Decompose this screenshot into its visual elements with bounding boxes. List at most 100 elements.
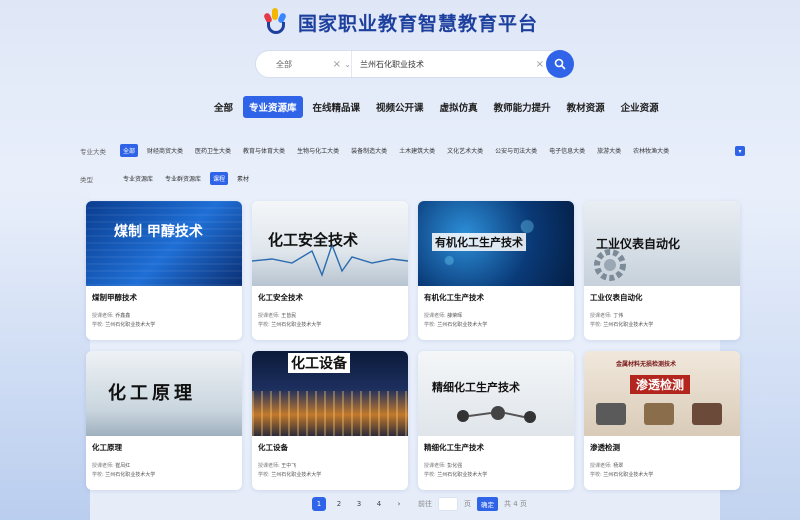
category-chip[interactable]: 农林牧渔大类 — [630, 144, 672, 157]
course-card[interactable]: 煤制 甲醇技术 煤制甲醇技术 授课老师: 乔鑫鑫 学校: 兰州石化职业技术大学 — [86, 201, 242, 340]
search-bar: 全部 × ⌄ 兰州石化职业技术 × — [255, 50, 574, 78]
course-card[interactable]: 精细化工生产技术 精细化工生产技术 授课老师: 彭化强 学校: 兰州石化职业技术… — [418, 351, 574, 490]
course-thumbnail[interactable]: 金属材料无损检测技术 渗透检测 — [584, 351, 740, 436]
course-teacher: 授课老师: 崔凤红 — [92, 463, 131, 469]
category-chip[interactable]: 医药卫生大类 — [192, 144, 234, 157]
course-school: 学校: 兰州石化职业技术大学 — [258, 322, 322, 328]
page-button[interactable]: 2 — [332, 497, 346, 511]
goto-prefix: 前往 — [418, 500, 432, 508]
category-chip[interactable]: 装备制造大类 — [348, 144, 390, 157]
category-chip[interactable]: 教育与体育大类 — [240, 144, 288, 157]
course-title: 煤制甲醇技术 — [92, 293, 137, 302]
tab-professional-library[interactable]: 专业资源库 — [243, 96, 303, 118]
clear-query-icon[interactable]: × — [536, 59, 544, 70]
course-card[interactable]: 金属材料无损检测技术 渗透检测 渗透检测 授课老师: 杨翠 学校: 兰州石化职业… — [584, 351, 740, 490]
course-thumbnail[interactable]: 化工原理 — [86, 351, 242, 436]
course-teacher: 授课老师: 薛荣晖 — [424, 313, 463, 319]
platform-logo-icon[interactable] — [262, 8, 290, 36]
course-title: 化工安全技术 — [258, 293, 303, 302]
course-school: 学校: 兰州石化职业技术大学 — [424, 322, 488, 328]
thumbnail-subtitle: 金属材料无损检测技术 — [616, 361, 677, 368]
type-chip[interactable]: 专业群资源库 — [162, 172, 204, 185]
clear-scope-icon[interactable]: × — [333, 59, 341, 70]
thumbnail-molecule — [457, 406, 536, 423]
thumbnail-title: 煤制 甲醇技术 — [114, 224, 203, 240]
course-school: 学校: 兰州石化职业技术大学 — [424, 472, 488, 478]
course-school: 学校: 兰州石化职业技术大学 — [258, 472, 322, 478]
goto-confirm-button[interactable]: 确定 — [477, 497, 498, 511]
category-chip[interactable]: 文化艺术大类 — [444, 144, 486, 157]
course-teacher: 授课老师: 乔鑫鑫 — [92, 313, 131, 319]
course-school: 学校: 兰州石化职业技术大学 — [590, 322, 654, 328]
course-teacher: 授课老师: 杨翠 — [590, 463, 624, 469]
tab-all[interactable]: 全部 — [208, 96, 239, 118]
tab-enterprise[interactable]: 企业资源 — [615, 96, 665, 118]
course-card[interactable]: 工业仪表自动化 工业仪表自动化 授课老师: 丁伟 学校: 兰州石化职业技术大学 — [584, 201, 740, 340]
tab-textbooks[interactable]: 教材资源 — [561, 96, 611, 118]
course-school: 学校: 兰州石化职业技术大学 — [590, 472, 654, 478]
page-button[interactable]: 3 — [352, 497, 366, 511]
search-scope-select[interactable]: 全部 × ⌄ — [256, 51, 351, 77]
course-school: 学校: 兰州石化职业技术大学 — [92, 472, 156, 478]
tab-virtual-simulation[interactable]: 虚拟仿真 — [434, 96, 484, 118]
course-title: 化工原理 — [92, 443, 122, 452]
category-chip[interactable]: 财经商贸大类 — [144, 144, 186, 157]
next-page-icon[interactable]: › — [392, 497, 406, 511]
type-chip[interactable]: 课程 — [210, 172, 229, 185]
course-title: 化工设备 — [258, 443, 288, 452]
course-teacher: 授课老师: 王中飞 — [258, 463, 297, 469]
course-card[interactable]: 化工设备 化工设备 授课老师: 王中飞 学校: 兰州石化职业技术大学 — [252, 351, 408, 490]
page-number-input[interactable] — [438, 497, 458, 511]
page-button[interactable]: 1 — [312, 497, 326, 511]
course-title: 精细化工生产技术 — [424, 443, 484, 452]
tab-teacher-training[interactable]: 教师能力提升 — [488, 96, 557, 118]
course-thumbnail[interactable]: 化工安全技术 — [252, 201, 408, 286]
background-decoration-left — [0, 180, 90, 520]
category-chip[interactable]: 土木建筑大类 — [396, 144, 438, 157]
thumbnail-title: 有机化工生产技术 — [432, 233, 526, 251]
course-teacher: 授课老师: 王皆民 — [258, 313, 297, 319]
expand-filters-button[interactable]: ▾ — [735, 146, 745, 156]
category-chip[interactable]: 旅游大类 — [594, 144, 624, 157]
type-chip[interactable]: 专业资源库 — [120, 172, 156, 185]
course-thumbnail[interactable]: 有机化工生产技术 — [418, 201, 574, 286]
chevron-down-icon[interactable]: ⌄ — [344, 60, 351, 69]
tab-online-courses[interactable]: 在线精品课 — [307, 96, 367, 118]
course-thumbnail[interactable]: 煤制 甲醇技术 — [86, 201, 242, 286]
thumbnail-title: 化工原理 — [108, 383, 196, 404]
type-chip[interactable]: 素材 — [234, 172, 252, 185]
thumbnail-title: 渗透检测 — [630, 375, 691, 394]
thumbnail-title: 工业仪表自动化 — [596, 237, 681, 251]
course-title: 工业仪表自动化 — [590, 293, 643, 302]
course-teacher: 授课老师: 丁伟 — [590, 313, 624, 319]
tab-video-courses[interactable]: 视频公开课 — [370, 96, 430, 118]
course-card[interactable]: 化工原理 化工原理 授课老师: 崔凤红 学校: 兰州石化职业技术大学 — [86, 351, 242, 490]
search-input[interactable]: 兰州石化职业技术 × — [351, 51, 572, 77]
course-thumbnail[interactable]: 工业仪表自动化 — [584, 201, 740, 286]
category-chip[interactable]: 电子信息大类 — [546, 144, 588, 157]
category-chip[interactable]: 全部 — [120, 144, 139, 157]
search-button[interactable] — [546, 50, 574, 78]
page-button[interactable]: 4 — [372, 497, 386, 511]
thumbnail-title: 化工设备 — [288, 353, 350, 373]
course-school: 学校: 兰州石化职业技术大学 — [92, 322, 156, 328]
course-title: 有机化工生产技术 — [424, 293, 484, 302]
search-scope-value: 全部 — [276, 59, 292, 69]
thumbnail-title: 化工安全技术 — [268, 231, 359, 249]
course-card[interactable]: 化工安全技术 化工安全技术 授课老师: 王皆民 学校: 兰州石化职业技术大学 — [252, 201, 408, 340]
course-card[interactable]: 有机化工生产技术 有机化工生产技术 授课老师: 薛荣晖 学校: 兰州石化职业技术… — [418, 201, 574, 340]
category-chip[interactable]: 公安与司法大类 — [492, 144, 540, 157]
type-filter: 类型 专业资源库 专业群资源库 课程 素材 — [80, 172, 252, 185]
course-thumbnail[interactable]: 化工设备 — [252, 351, 408, 436]
search-icon — [554, 58, 566, 70]
chevron-down-icon: ▾ — [738, 147, 742, 155]
course-thumbnail[interactable]: 精细化工生产技术 — [418, 351, 574, 436]
site-header: 国家职业教育智慧教育平台 — [0, 6, 800, 38]
platform-title[interactable]: 国家职业教育智慧教育平台 — [298, 9, 538, 36]
pagination: 1 2 3 4 › 前往 页 确定 共 4 页 — [312, 497, 527, 511]
type-filter-label: 类型 — [80, 175, 93, 184]
resource-tabs: 全部 专业资源库 在线精品课 视频公开课 虚拟仿真 教师能力提升 教材资源 企业… — [208, 96, 665, 118]
category-chip[interactable]: 生物与化工大类 — [294, 144, 342, 157]
category-filter: 专业大类 全部 财经商贸大类 医药卫生大类 教育与体育大类 生物与化工大类 装备… — [80, 144, 672, 157]
course-grid: 煤制 甲醇技术 煤制甲醇技术 授课老师: 乔鑫鑫 学校: 兰州石化职业技术大学 … — [86, 201, 741, 490]
